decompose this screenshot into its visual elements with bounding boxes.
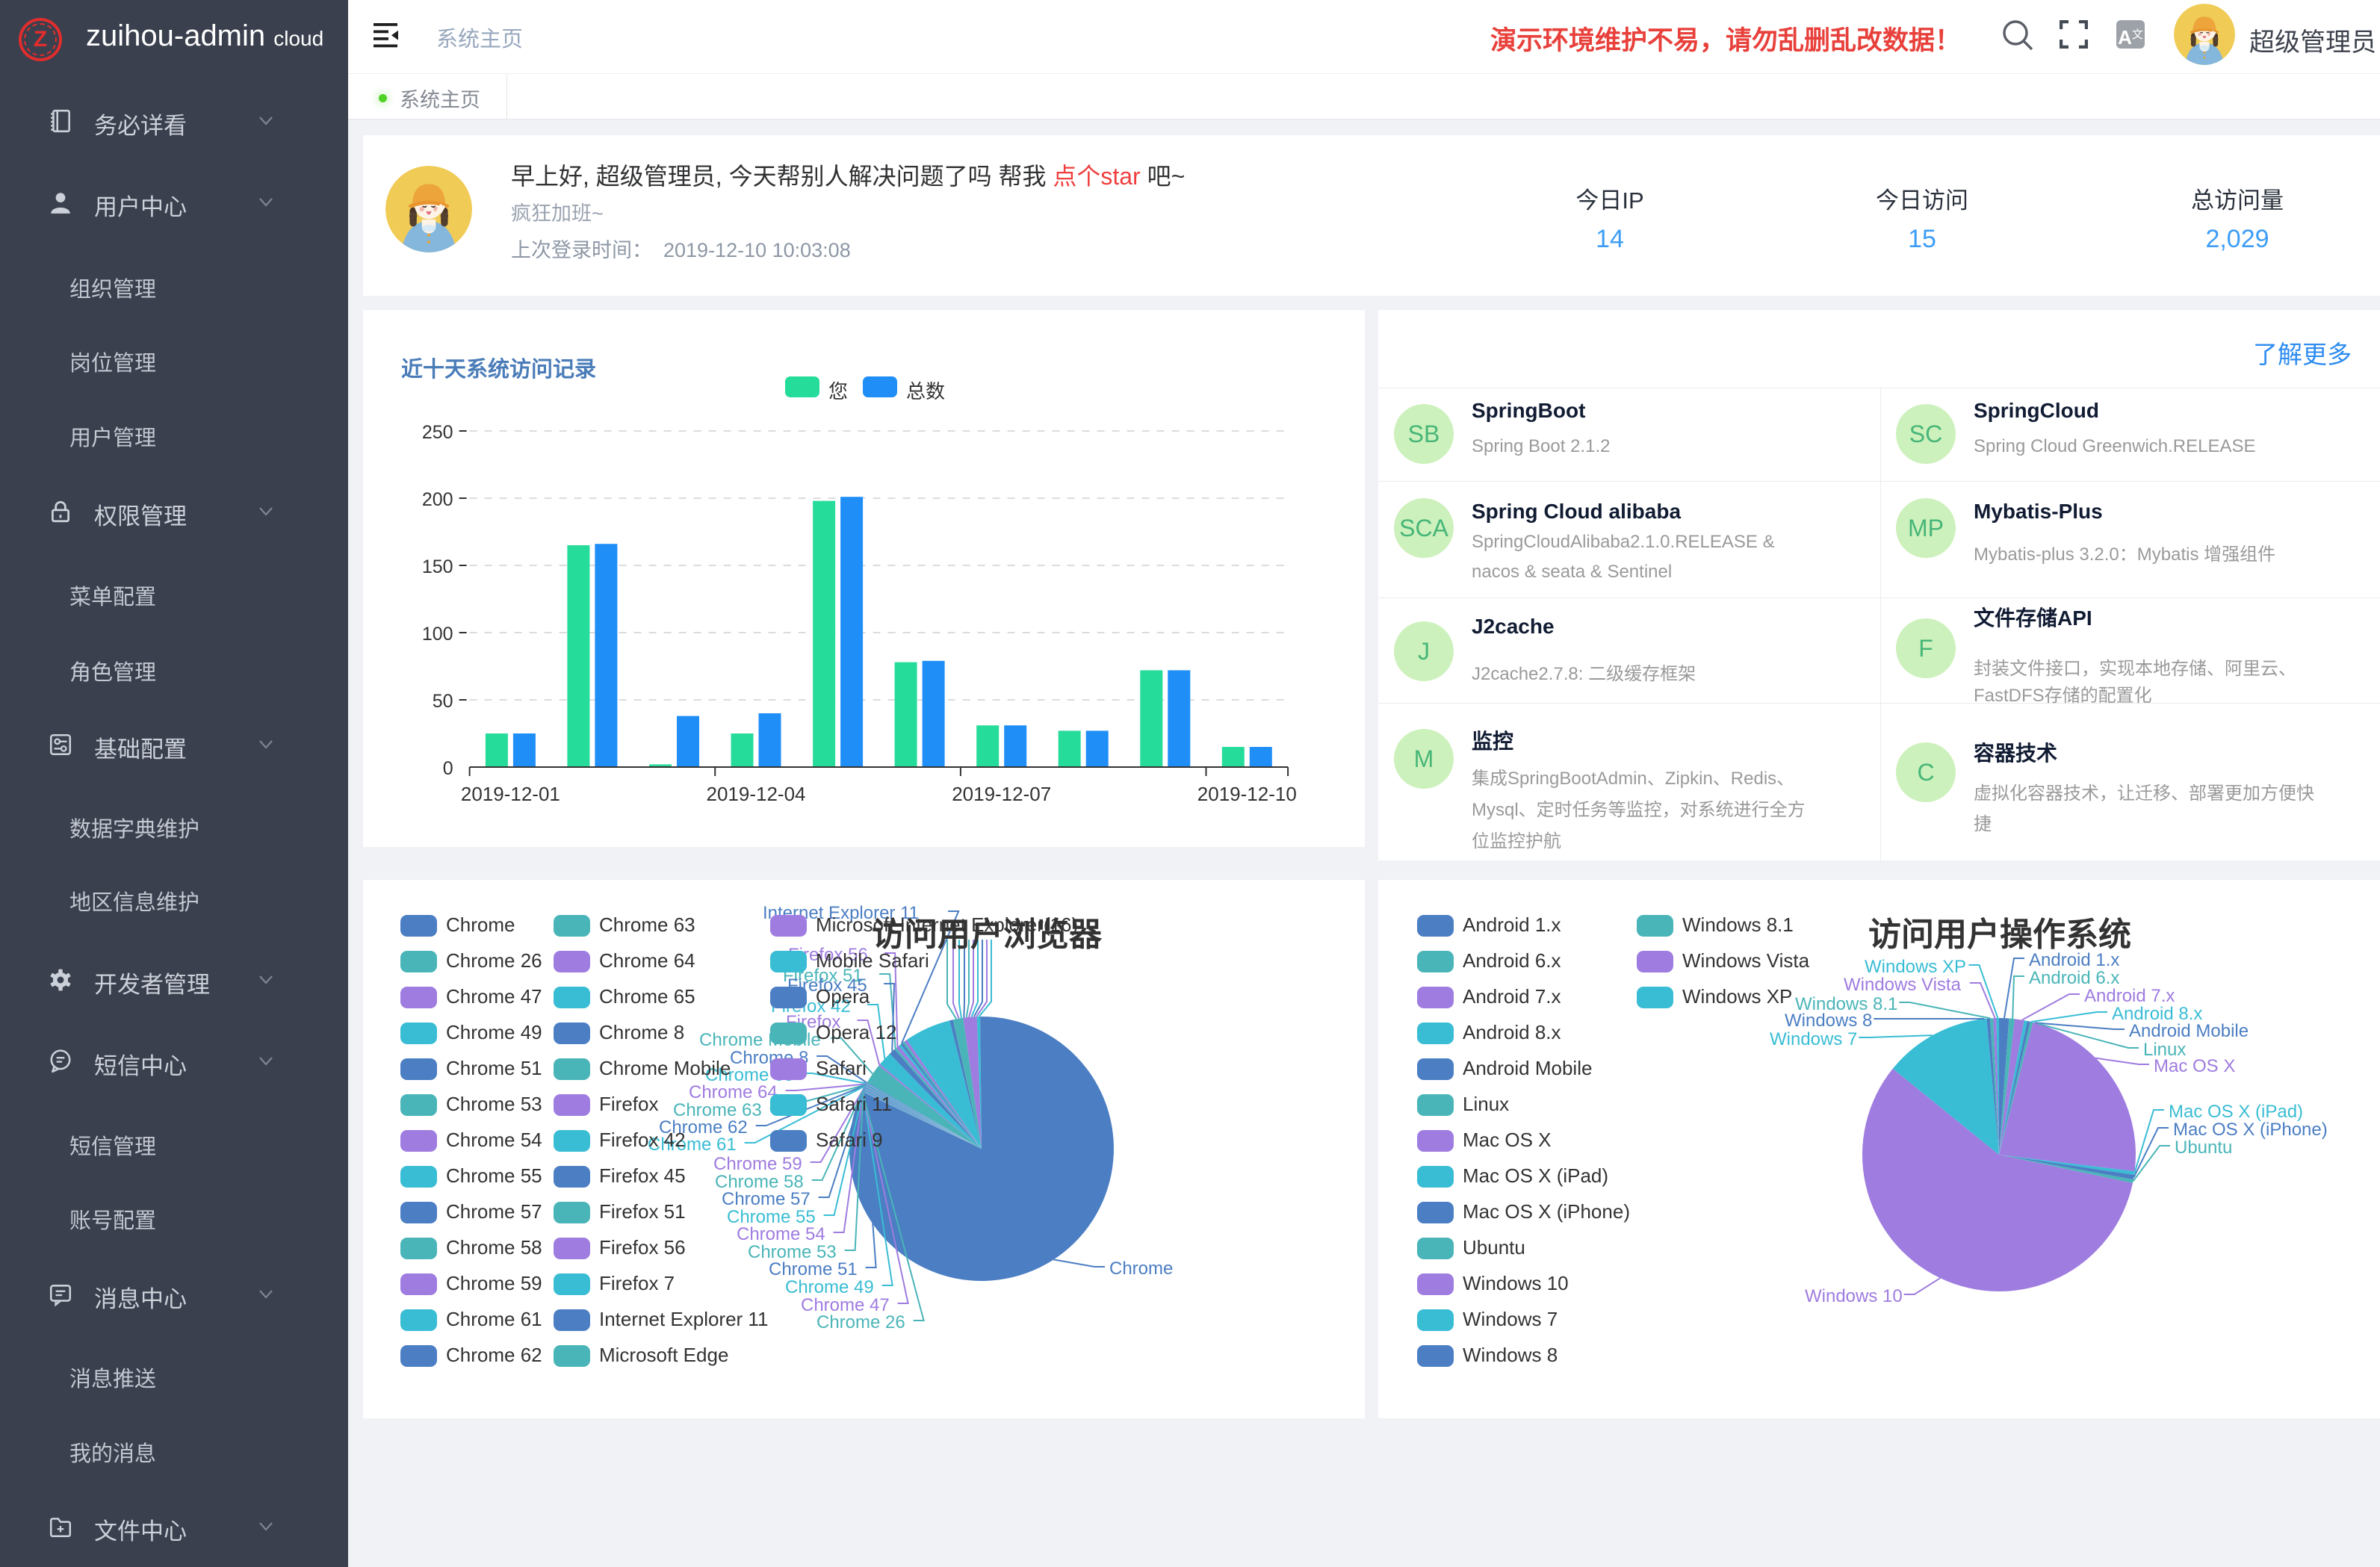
svg-text:0: 0: [443, 758, 453, 779]
svg-text:Mac OS X (iPad): Mac OS X (iPad): [2169, 1102, 2303, 1122]
svg-text:Chrome 64: Chrome 64: [689, 1082, 778, 1102]
svg-text:Chrome: Chrome: [1109, 1259, 1173, 1279]
svg-text:Android 6.x: Android 6.x: [2029, 968, 2119, 988]
svg-text:Chrome 51: Chrome 51: [769, 1259, 858, 1279]
svg-text:250: 250: [422, 422, 453, 443]
svg-text:Windows 7: Windows 7: [1770, 1029, 1857, 1049]
svg-text:Mac OS X: Mac OS X: [2154, 1056, 2235, 1076]
svg-text:Android 7.x: Android 7.x: [2084, 986, 2175, 1006]
svg-text:Chrome 49: Chrome 49: [785, 1277, 874, 1297]
svg-text:Windows Vista: Windows Vista: [1844, 975, 1962, 995]
svg-text:Chrome 57: Chrome 57: [722, 1189, 811, 1209]
svg-text:150: 150: [422, 556, 453, 577]
svg-text:100: 100: [422, 624, 453, 645]
svg-text:Chrome 26: Chrome 26: [816, 1312, 905, 1332]
svg-text:2019-12-01: 2019-12-01: [461, 783, 560, 805]
svg-text:Chrome 59: Chrome 59: [713, 1154, 802, 1174]
svg-text:2019-12-04: 2019-12-04: [707, 783, 806, 805]
svg-text:Mac OS X (iPhone): Mac OS X (iPhone): [2173, 1120, 2328, 1140]
svg-text:Chrome 54: Chrome 54: [737, 1224, 825, 1244]
svg-text:Ubuntu: Ubuntu: [2175, 1138, 2232, 1158]
svg-text:2019-12-10: 2019-12-10: [1197, 783, 1297, 805]
svg-text:200: 200: [422, 489, 453, 510]
svg-text:2019-12-07: 2019-12-07: [952, 783, 1051, 805]
svg-text:50: 50: [433, 691, 453, 712]
svg-text:Windows 8.1: Windows 8.1: [1795, 994, 1897, 1014]
svg-text:Windows XP: Windows XP: [1865, 957, 1966, 977]
svg-text:Windows 10: Windows 10: [1805, 1286, 1903, 1306]
svg-text:Android Mobile: Android Mobile: [2129, 1021, 2249, 1041]
